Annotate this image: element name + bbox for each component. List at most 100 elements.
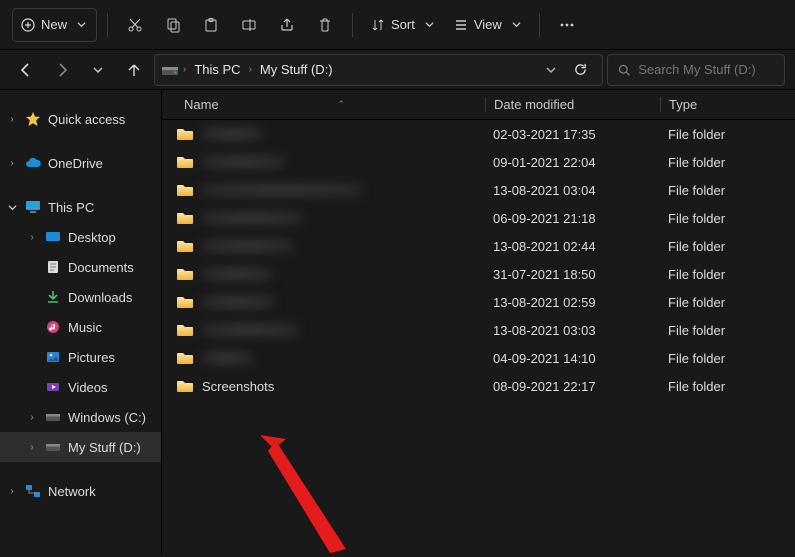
- file-type: File folder: [660, 239, 795, 254]
- tree-label: Windows (C:): [68, 410, 146, 425]
- tree-pictures[interactable]: Pictures: [0, 342, 161, 372]
- file-type: File folder: [660, 267, 795, 282]
- pictures-icon: [44, 351, 62, 363]
- file-row[interactable]: 09-01-2021 22:04File folder: [162, 148, 795, 176]
- separator: [107, 13, 108, 37]
- new-button[interactable]: New: [12, 8, 97, 42]
- search-input[interactable]: [638, 62, 774, 77]
- view-button[interactable]: View: [446, 8, 529, 42]
- tree-label: Quick access: [48, 112, 125, 127]
- tree-label: Pictures: [68, 350, 115, 365]
- chevron-right-icon: ›: [249, 64, 252, 75]
- arrow-right-icon: [54, 62, 70, 78]
- tree-this-pc[interactable]: This PC: [0, 192, 161, 222]
- tree-label: Music: [68, 320, 102, 335]
- main-area: › Quick access › OneDrive This PC › Desk…: [0, 90, 795, 554]
- folder-icon: [176, 155, 194, 169]
- tree-videos[interactable]: Videos: [0, 372, 161, 402]
- file-name-redacted: [202, 295, 274, 309]
- more-button[interactable]: [550, 8, 584, 42]
- file-row[interactable]: 13-08-2021 02:44File folder: [162, 232, 795, 260]
- sort-button[interactable]: Sort: [363, 8, 442, 42]
- tree-label: My Stuff (D:): [68, 440, 141, 455]
- file-list: Name ⌃ Date modified Type 02-03-2021 17:…: [162, 90, 795, 554]
- documents-icon: [44, 260, 62, 274]
- breadcrumb-current[interactable]: My Stuff (D:): [256, 55, 337, 85]
- file-date: 06-09-2021 21:18: [485, 211, 660, 226]
- file-date: 13-08-2021 03:04: [485, 183, 660, 198]
- column-header-name[interactable]: Name ⌃: [162, 97, 485, 112]
- tree-documents[interactable]: Documents: [0, 252, 161, 282]
- file-name-redacted: [202, 211, 302, 225]
- forward-button[interactable]: [46, 54, 78, 86]
- column-header-date[interactable]: Date modified: [485, 97, 660, 112]
- tree-desktop[interactable]: › Desktop: [0, 222, 161, 252]
- file-date: 31-07-2021 18:50: [485, 267, 660, 282]
- breadcrumb[interactable]: › This PC › My Stuff (D:): [154, 54, 603, 86]
- chevron-down-icon: [425, 20, 434, 29]
- copy-button[interactable]: [156, 8, 190, 42]
- tree-quick-access[interactable]: › Quick access: [0, 104, 161, 134]
- file-row[interactable]: Screenshots08-09-2021 22:17File folder: [162, 372, 795, 400]
- breadcrumb-label: This PC: [194, 62, 240, 77]
- file-date: 13-08-2021 03:03: [485, 323, 660, 338]
- chevron-right-icon: ›: [6, 158, 18, 169]
- tree-music[interactable]: Music: [0, 312, 161, 342]
- breadcrumb-label: My Stuff (D:): [260, 62, 333, 77]
- file-type: File folder: [660, 211, 795, 226]
- star-icon: [24, 111, 42, 127]
- tree-network[interactable]: › Network: [0, 476, 161, 506]
- file-type: File folder: [660, 379, 795, 394]
- chevron-right-icon: ›: [26, 442, 38, 453]
- file-row[interactable]: 04-09-2021 14:10File folder: [162, 344, 795, 372]
- file-row[interactable]: 02-03-2021 17:35File folder: [162, 120, 795, 148]
- more-icon: [558, 17, 576, 33]
- tree-onedrive[interactable]: › OneDrive: [0, 148, 161, 178]
- column-label: Type: [669, 97, 697, 112]
- file-row[interactable]: 13-08-2021 02:59File folder: [162, 288, 795, 316]
- tree-windows-c[interactable]: › Windows (C:): [0, 402, 161, 432]
- share-button[interactable]: [270, 8, 304, 42]
- folder-icon: [176, 211, 194, 225]
- chevron-down-icon[interactable]: [546, 65, 556, 75]
- folder-icon: [176, 295, 194, 309]
- file-name-redacted: [202, 127, 262, 141]
- delete-button[interactable]: [308, 8, 342, 42]
- file-row[interactable]: 13-08-2021 03:03File folder: [162, 316, 795, 344]
- file-name-redacted: [202, 239, 292, 253]
- videos-icon: [44, 381, 62, 393]
- back-button[interactable]: [10, 54, 42, 86]
- file-row[interactable]: 06-09-2021 21:18File folder: [162, 204, 795, 232]
- arrow-left-icon: [18, 62, 34, 78]
- breadcrumb-this-pc[interactable]: This PC: [190, 55, 244, 85]
- chevron-down-icon: [77, 20, 86, 29]
- file-row[interactable]: 31-07-2021 18:50File folder: [162, 260, 795, 288]
- search-box[interactable]: [607, 54, 785, 86]
- tree-label: Downloads: [68, 290, 132, 305]
- chevron-right-icon: ›: [183, 64, 186, 75]
- paste-button[interactable]: [194, 8, 228, 42]
- folder-icon: [176, 379, 194, 393]
- folder-icon: [176, 351, 194, 365]
- up-button[interactable]: [118, 54, 150, 86]
- refresh-button[interactable]: [564, 54, 596, 86]
- file-date: 09-01-2021 22:04: [485, 155, 660, 170]
- column-header-type[interactable]: Type: [660, 97, 795, 112]
- file-date: 02-03-2021 17:35: [485, 127, 660, 142]
- cut-button[interactable]: [118, 8, 152, 42]
- tree-label: Documents: [68, 260, 134, 275]
- folder-icon: [176, 183, 194, 197]
- file-type: File folder: [660, 183, 795, 198]
- file-row[interactable]: 13-08-2021 03:04File folder: [162, 176, 795, 204]
- rename-button[interactable]: [232, 8, 266, 42]
- file-name-redacted: [202, 155, 284, 169]
- tree-downloads[interactable]: Downloads: [0, 282, 161, 312]
- tree-my-stuff-d[interactable]: › My Stuff (D:): [0, 432, 161, 462]
- folder-icon: [176, 323, 194, 337]
- view-icon: [454, 18, 468, 32]
- separator: [352, 13, 353, 37]
- file-date: 13-08-2021 02:59: [485, 295, 660, 310]
- music-icon: [44, 320, 62, 334]
- folder-icon: [176, 239, 194, 253]
- history-button[interactable]: [82, 54, 114, 86]
